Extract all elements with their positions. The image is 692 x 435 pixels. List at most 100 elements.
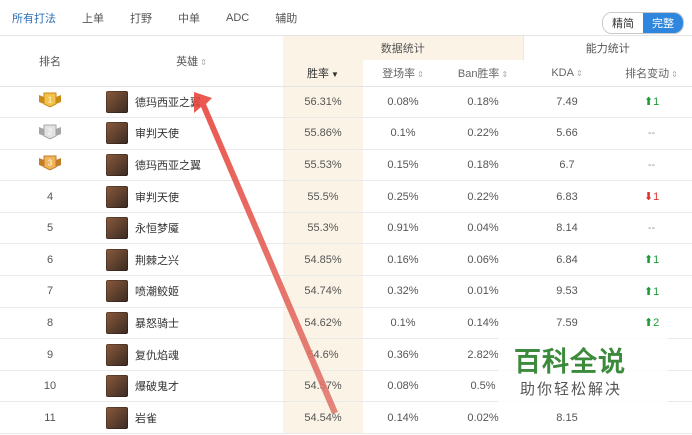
- rank-cell: 5: [0, 212, 100, 245]
- hero-cell[interactable]: 暴怒骑士: [100, 307, 283, 340]
- rank-change-cell: ⬆1: [611, 275, 692, 308]
- win-rate-cell: 54.57%: [283, 370, 363, 403]
- pick-rate-cell: 0.1%: [363, 117, 443, 150]
- simple-view-button[interactable]: 精简: [603, 13, 643, 33]
- win-rate-cell: 54.62%: [283, 307, 363, 340]
- hero-cell[interactable]: 德玛西亚之翼: [100, 149, 283, 182]
- rank-cell: 10: [0, 370, 100, 403]
- hero-cell[interactable]: 喷潮鲛姬: [100, 275, 283, 308]
- ban-rate-cell: 0.04%: [443, 212, 524, 245]
- ban-rate-cell: 0.01%: [443, 275, 524, 308]
- pick-rate-cell: 0.16%: [363, 243, 443, 277]
- tab-all-roles[interactable]: 所有打法: [12, 10, 56, 26]
- ban-rate-cell: 0.18%: [443, 86, 524, 119]
- sort-icon: ⇕: [671, 69, 678, 79]
- hero-cell[interactable]: 岩雀: [100, 401, 283, 435]
- ban-rate-cell: 0.22%: [443, 180, 524, 213]
- rank-cell: 11: [0, 401, 100, 435]
- pick-rate-header[interactable]: 登场率 ⇕: [363, 60, 443, 87]
- tab-adc[interactable]: ADC: [226, 12, 249, 24]
- hero-avatar: [106, 375, 128, 398]
- ability-group-tab[interactable]: 能力统计: [522, 36, 692, 60]
- rank-cell: 2: [0, 117, 100, 150]
- win-rate-cell: 54.54%: [283, 401, 363, 435]
- pick-rate-cell: 0.14%: [363, 401, 443, 435]
- rank-cell: 7: [0, 275, 100, 308]
- win-rate-header[interactable]: 胜率 ▼: [283, 60, 363, 87]
- rank-cell: 4: [0, 180, 100, 213]
- hero-avatar: [106, 406, 128, 429]
- hero-avatar: [106, 343, 128, 366]
- pick-rate-cell: 0.36%: [363, 338, 443, 371]
- hero-avatar: [106, 248, 128, 271]
- table-row[interactable]: 2 审判天使 55.86% 0.1% 0.22% 5.66 --: [0, 117, 692, 150]
- table-row[interactable]: 3 德玛西亚之翼 55.53% 0.15% 0.18% 6.7 --: [0, 149, 692, 182]
- rank-change-header[interactable]: 排名变动 ⇕: [611, 60, 692, 87]
- view-toggle: 精简 完整: [602, 12, 684, 34]
- win-rate-cell: 54.6%: [283, 338, 363, 371]
- hero-name: 喷潮鲛姬: [135, 286, 179, 299]
- tab-top[interactable]: 上单: [82, 10, 104, 26]
- arrow-up-icon: ⬆: [643, 254, 654, 267]
- win-rate-cell: 55.5%: [283, 180, 363, 213]
- rank-cell: 8: [0, 307, 100, 340]
- silver-medal-icon: 2: [38, 124, 62, 140]
- arrow-up-icon: ⬆: [643, 96, 654, 109]
- hero-cell[interactable]: 审判天使: [100, 117, 283, 150]
- sort-icon: ⇕: [575, 68, 583, 78]
- hero-avatar: [106, 185, 128, 208]
- kda-cell: 6.83: [523, 180, 612, 213]
- win-rate-cell: 56.31%: [283, 86, 363, 119]
- hero-avatar: [106, 311, 128, 334]
- hero-name: 暴怒骑士: [135, 317, 179, 330]
- table-row[interactable]: 6 荆棘之兴 54.85% 0.16% 0.06% 6.84 ⬆1: [0, 243, 692, 277]
- hero-cell[interactable]: 复仇焰魂: [100, 338, 283, 371]
- svg-text:2: 2: [48, 127, 53, 136]
- hero-name: 爆破鬼才: [135, 381, 179, 394]
- rank-change-cell: ⬇1: [611, 180, 692, 213]
- pick-rate-cell: 0.08%: [363, 370, 443, 403]
- svg-text:3: 3: [48, 159, 53, 168]
- pick-rate-cell: 0.15%: [363, 149, 443, 182]
- hero-cell[interactable]: 德玛西亚之翼: [100, 86, 283, 119]
- table-row[interactable]: 7 喷潮鲛姬 54.74% 0.32% 0.01% 9.53 ⬆1: [0, 275, 692, 308]
- tab-support[interactable]: 辅助: [275, 10, 297, 26]
- bronze-medal-icon: 3: [38, 155, 62, 172]
- stats-group-tab[interactable]: 数据统计: [283, 36, 524, 60]
- hero-name: 荆棘之兴: [135, 254, 179, 267]
- svg-text:1: 1: [48, 96, 53, 105]
- win-rate-cell: 55.86%: [283, 117, 363, 150]
- watermark-subtitle: 助你轻松解决: [520, 380, 623, 398]
- hero-avatar: [106, 153, 128, 176]
- kda-cell: 6.84: [523, 243, 612, 277]
- win-rate-cell: 54.85%: [283, 243, 363, 277]
- hero-avatar: [106, 217, 128, 240]
- full-view-button[interactable]: 完整: [643, 13, 683, 33]
- hero-name: 岩雀: [135, 412, 157, 425]
- kda-cell: 8.14: [523, 212, 612, 245]
- hero-cell[interactable]: 爆破鬼才: [100, 370, 283, 403]
- sort-icon: ⇕: [200, 57, 207, 67]
- rank-cell: 1: [0, 86, 100, 119]
- win-rate-cell: 55.3%: [283, 212, 363, 245]
- kda-header[interactable]: KDA ⇕: [523, 60, 612, 87]
- hero-name: 永恒梦魇: [135, 223, 179, 236]
- pick-rate-cell: 0.1%: [363, 307, 443, 340]
- hero-header[interactable]: 英雄 ⇕: [100, 36, 283, 87]
- tab-mid[interactable]: 中单: [178, 10, 200, 26]
- hero-cell[interactable]: 审判天使: [100, 180, 283, 213]
- tab-jungle[interactable]: 打野: [130, 10, 152, 26]
- hero-name: 德玛西亚之翼: [135, 159, 201, 172]
- table-row[interactable]: 4 审判天使 55.5% 0.25% 0.22% 6.83 ⬇1: [0, 180, 692, 213]
- hero-cell[interactable]: 荆棘之兴: [100, 243, 283, 277]
- table-row[interactable]: 5 永恒梦魇 55.3% 0.91% 0.04% 8.14 --: [0, 212, 692, 245]
- hero-avatar: [106, 122, 128, 145]
- hero-cell[interactable]: 永恒梦魇: [100, 212, 283, 245]
- arrow-up-icon: ⬆: [643, 285, 654, 298]
- rank-change-cell: --: [611, 149, 692, 182]
- win-rate-cell: 54.74%: [283, 275, 363, 308]
- ban-rate-header[interactable]: Ban胜率 ⇕: [443, 60, 524, 87]
- table-row[interactable]: 1 德玛西亚之翼 56.31% 0.08% 0.18% 7.49 ⬆1: [0, 86, 692, 119]
- rank-cell: 3: [0, 149, 100, 182]
- pick-rate-cell: 0.91%: [363, 212, 443, 245]
